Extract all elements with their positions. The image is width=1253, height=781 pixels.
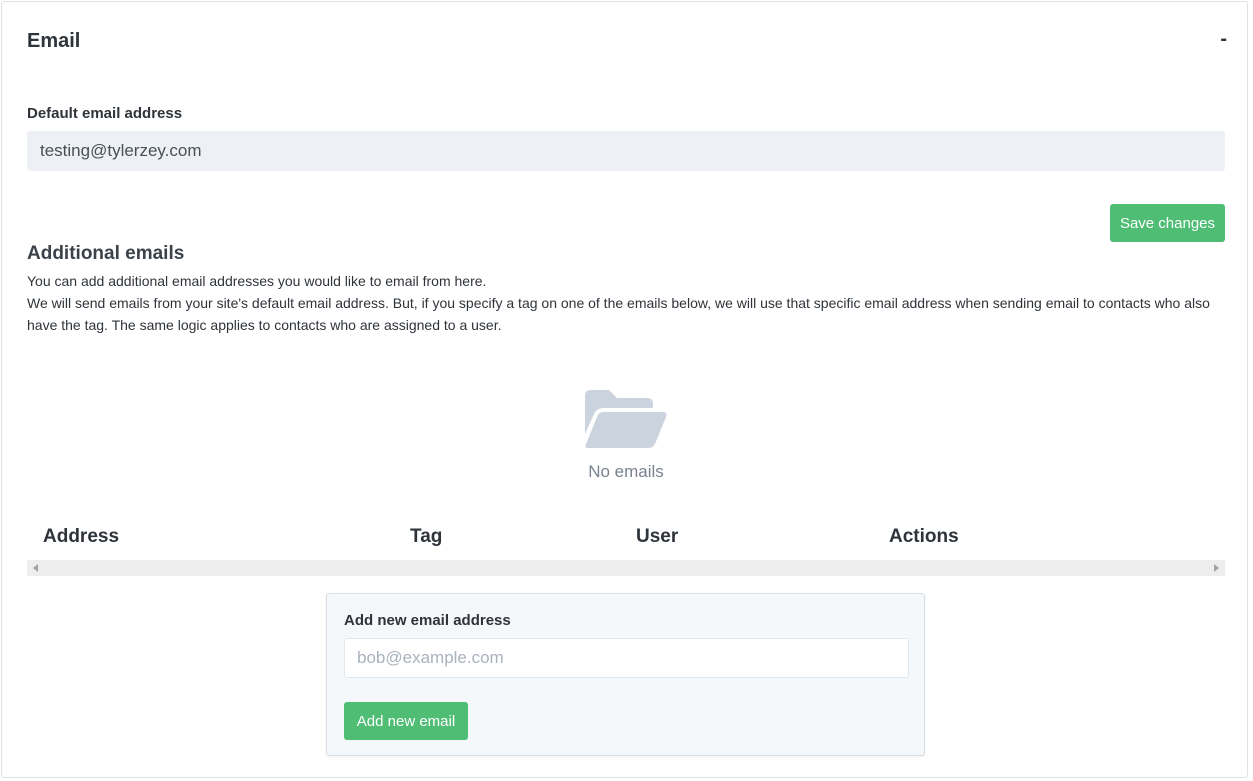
folder-open-icon: [585, 390, 667, 448]
default-email-label: Default email address: [27, 105, 183, 122]
additional-emails-description: You can add additional email addresses y…: [27, 270, 1222, 336]
column-header-tag: Tag: [410, 526, 443, 547]
column-header-user: User: [636, 526, 679, 547]
column-header-actions: Actions: [889, 526, 959, 547]
add-email-label: Add new email address: [344, 612, 511, 629]
add-email-panel: Add new email address Add new email: [326, 593, 925, 756]
horizontal-scrollbar[interactable]: [27, 560, 1225, 576]
emails-table-header: Address Tag User Actions: [27, 526, 1225, 556]
empty-state-text: No emails: [588, 462, 664, 481]
scroll-right-arrow-icon[interactable]: [1214, 564, 1219, 572]
add-new-email-button[interactable]: Add new email: [344, 702, 468, 740]
collapse-toggle[interactable]: -: [1220, 28, 1227, 51]
new-email-input[interactable]: [344, 638, 909, 678]
card-title: Email: [27, 30, 81, 52]
additional-emails-title: Additional emails: [27, 243, 185, 264]
description-line-1: You can add additional email addresses y…: [27, 273, 487, 289]
empty-state: No emails: [526, 390, 726, 482]
description-line-2: We will send emails from your site's def…: [27, 295, 1210, 333]
scroll-left-arrow-icon[interactable]: [33, 564, 38, 572]
save-changes-button[interactable]: Save changes: [1110, 204, 1225, 242]
default-email-input[interactable]: [27, 131, 1225, 171]
email-settings-card: Email - Default email address Save chang…: [1, 1, 1248, 778]
column-header-address: Address: [43, 526, 120, 547]
